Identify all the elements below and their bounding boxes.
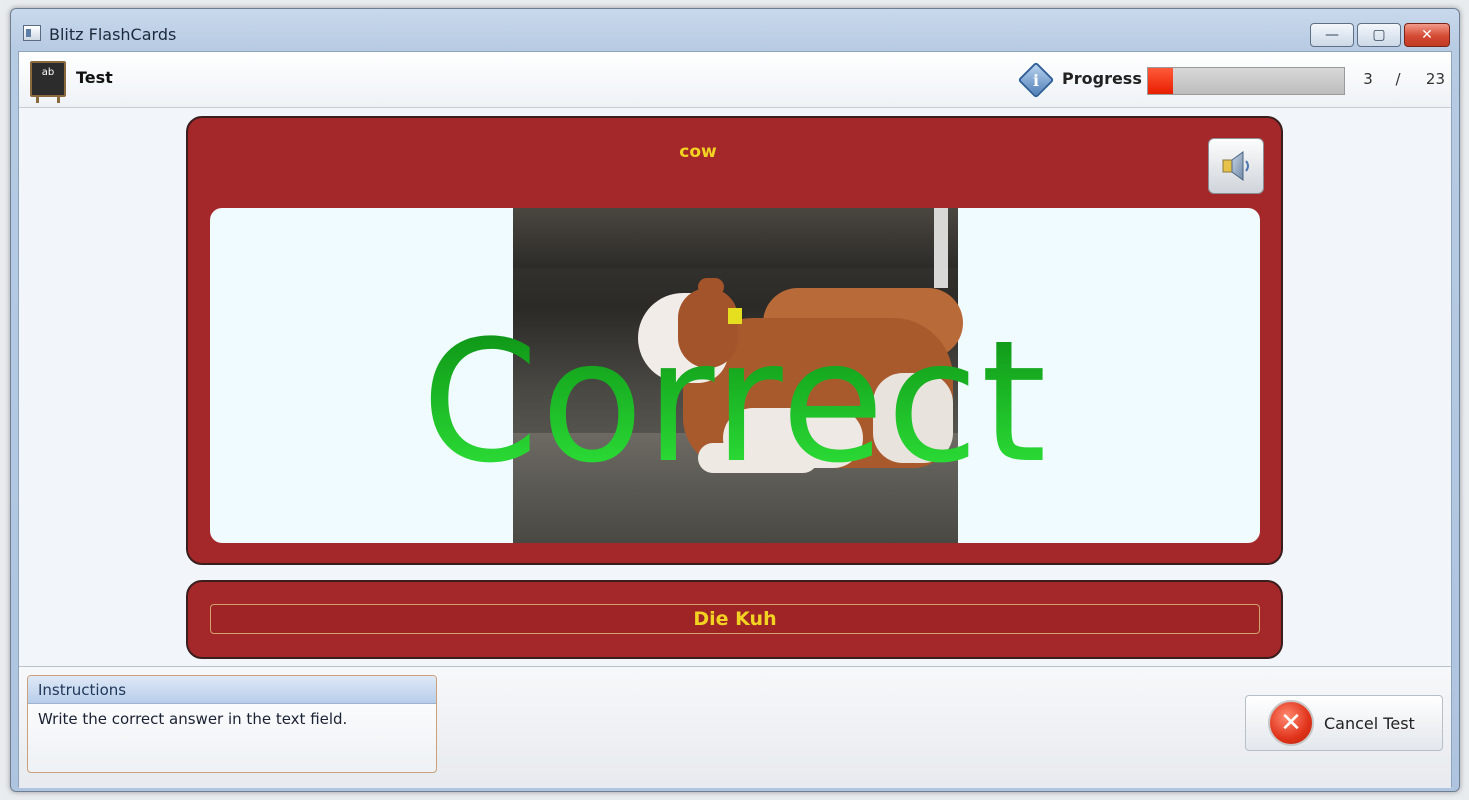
chalkboard-icon: ab <box>30 61 66 103</box>
info-icon[interactable]: i <box>1017 61 1055 99</box>
progress-counter: 3 / 23 <box>1357 70 1445 88</box>
progress-bar <box>1147 67 1345 95</box>
chalkboard-icon-text: ab <box>41 67 55 78</box>
progress-label: Progress <box>1062 69 1142 88</box>
instructions-text: Write the correct answer in the text fie… <box>38 710 348 728</box>
cancel-test-button[interactable]: ✕ Cancel Test <box>1245 695 1443 751</box>
flashcard: cow Correct <box>186 116 1283 565</box>
card-image-panel: Correct <box>210 208 1260 543</box>
answer-input[interactable]: Die Kuh <box>210 604 1260 634</box>
progress-separator: / <box>1395 70 1401 88</box>
main-content: ab Test i Progress 3 / 23 cow Correct Di… <box>18 51 1452 788</box>
card-word: cow <box>679 142 717 162</box>
feedback-text: Correct <box>210 318 1260 486</box>
toolbar: ab Test i Progress 3 / 23 <box>19 52 1451 108</box>
close-button[interactable]: ✕ <box>1404 23 1450 47</box>
mode-label: Test <box>76 68 113 87</box>
play-audio-button[interactable] <box>1208 138 1264 194</box>
instructions-title: Instructions <box>28 676 436 704</box>
bottom-panel: Instructions Write the correct answer in… <box>19 666 1451 788</box>
title-bar[interactable]: Blitz FlashCards — ▢ ✕ <box>11 9 1459 51</box>
speaker-icon <box>1222 151 1249 181</box>
cancel-test-label: Cancel Test <box>1324 713 1415 733</box>
instructions-box: Instructions Write the correct answer in… <box>27 675 437 773</box>
app-window: Blitz FlashCards — ▢ ✕ ab Test i Progres… <box>10 8 1460 792</box>
maximize-button[interactable]: ▢ <box>1357 23 1401 47</box>
app-icon <box>23 25 41 41</box>
progress-total: 23 <box>1425 70 1445 88</box>
progress-current: 3 <box>1363 70 1373 88</box>
answer-panel: Die Kuh <box>186 580 1283 659</box>
window-title: Blitz FlashCards <box>49 25 177 44</box>
progress-bar-fill <box>1148 68 1174 94</box>
x-icon: ✕ <box>1268 700 1314 746</box>
minimize-button[interactable]: — <box>1310 23 1354 47</box>
